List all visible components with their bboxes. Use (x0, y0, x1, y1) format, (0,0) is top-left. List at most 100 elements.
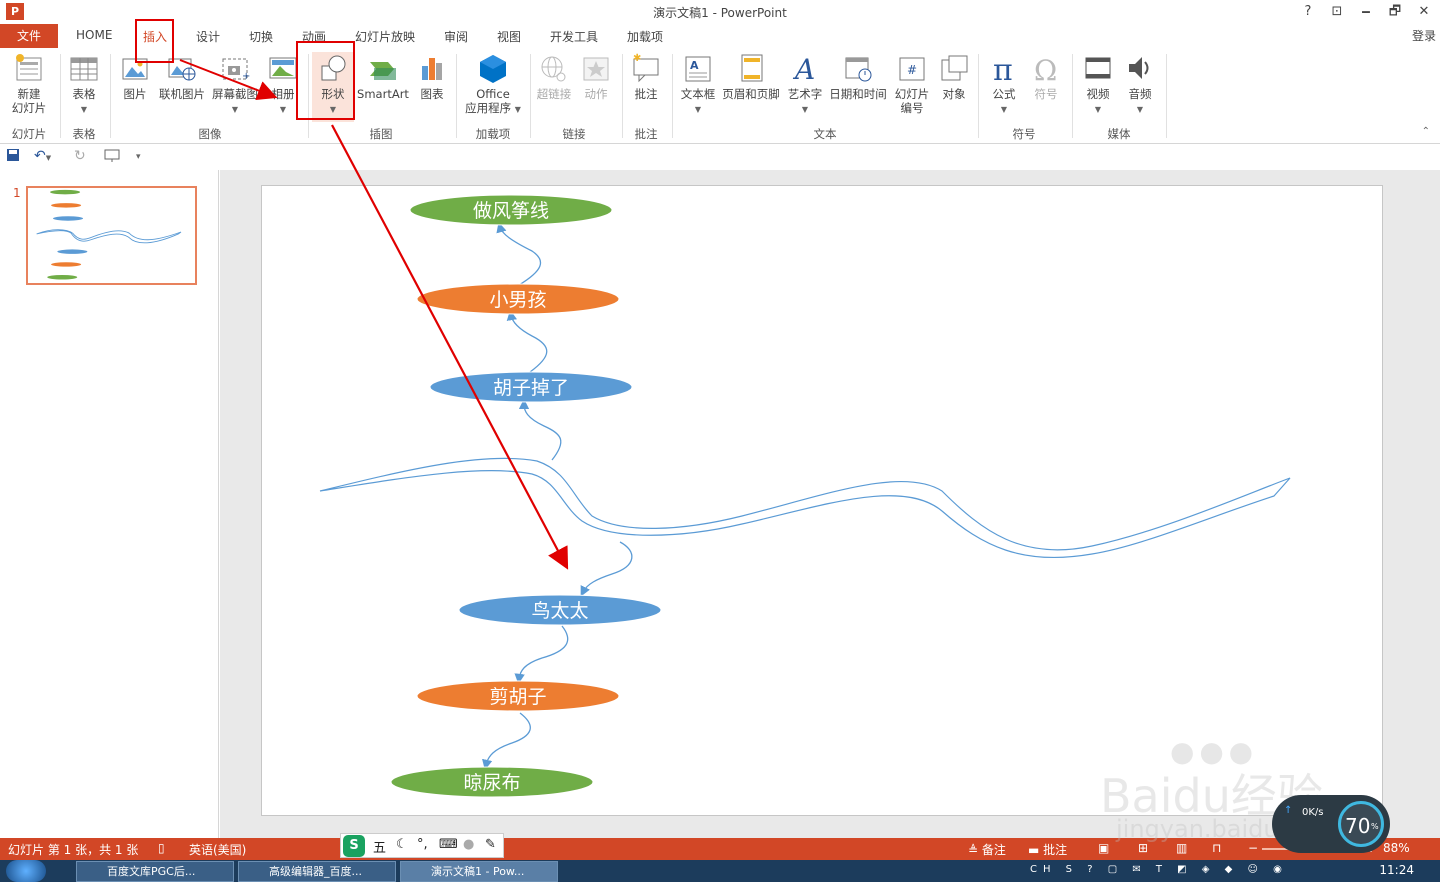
story-node[interactable]: 鸟太太 (458, 594, 662, 626)
video-button[interactable]: 视频 ▼ (1078, 52, 1118, 117)
spellcheck-icon[interactable]: ▯ (158, 841, 165, 855)
tab-developer[interactable]: 开发工具 (550, 28, 598, 45)
textbox-button[interactable]: A 文本框 ▼ (678, 52, 718, 117)
table-label: 表格 (72, 87, 96, 101)
table-icon (69, 52, 99, 84)
start-slideshow-icon[interactable] (104, 148, 120, 166)
half-width-icon[interactable]: ☾ (396, 837, 408, 852)
symbol-button[interactable]: Ω 符号 (1028, 52, 1064, 101)
tab-insert[interactable]: 插入 (143, 28, 167, 45)
picture-button[interactable]: 图片 (118, 52, 152, 101)
minimize-button[interactable]: 🗕 (1354, 2, 1378, 22)
start-button[interactable] (6, 860, 46, 882)
slide-number-icon: # (897, 52, 927, 84)
tab-slideshow[interactable]: 幻灯片放映 (355, 28, 415, 45)
story-node[interactable]: 晾尿布 (390, 766, 594, 798)
ribbon-display-options-button[interactable]: ⊡ (1325, 2, 1349, 22)
help-button[interactable]: ? (1296, 2, 1320, 22)
network-monitor-widget[interactable]: 0K/s ↑ 70% (1272, 795, 1390, 853)
taskbar-item-2[interactable]: 演示文稿1 - Pow... (400, 861, 558, 882)
shapes-button[interactable]: 形状 ▼ (312, 52, 354, 122)
smartart-button[interactable]: SmartArt (356, 52, 410, 101)
dropdown-caret-icon: ▼ (801, 105, 809, 114)
keyboard-icon[interactable]: ⌨ (439, 837, 458, 852)
action-button[interactable]: 动作 (578, 52, 614, 101)
close-button[interactable]: ✕ (1412, 2, 1436, 22)
textbox-label: 文本框 (680, 87, 716, 101)
hyperlink-button[interactable]: 超链接 (534, 52, 574, 101)
slide-drawing: 做风筝线小男孩胡子掉了鸟太太剪胡子晾尿布 (319, 194, 1291, 798)
office-apps-label-2: 应用程序 (465, 101, 512, 115)
photo-album-button[interactable]: 相册 ▼ (264, 52, 302, 117)
tab-home[interactable]: HOME (76, 28, 112, 42)
office-apps-button[interactable]: Office 应用程序 ▼ (460, 52, 526, 117)
comments-button[interactable]: ▬ 批注 (1028, 841, 1067, 858)
collapse-ribbon-icon[interactable]: ⌃ (1422, 126, 1430, 137)
story-node[interactable]: 做风筝线 (409, 194, 613, 226)
redo-icon[interactable]: ↻ (74, 148, 86, 164)
customize-qat-icon[interactable]: ▾ (136, 152, 141, 162)
svg-text:Ω: Ω (1034, 54, 1057, 84)
slide-number-button[interactable]: # 幻灯片 编号 (892, 52, 932, 115)
date-time-button[interactable]: 日期和时间 (828, 52, 888, 101)
dropdown-caret-icon: ▼ (1094, 105, 1102, 114)
clock[interactable]: 11:24 (1379, 863, 1414, 877)
tab-addins[interactable]: 加载项 (627, 28, 663, 45)
taskbar-item-1[interactable]: 高级编辑器_百度... (238, 861, 396, 882)
chart-button[interactable]: 图表 (414, 52, 450, 101)
online-picture-label: 联机图片 (159, 87, 205, 101)
group-label-tables: 表格 (72, 127, 96, 141)
new-slide-button[interactable]: 新建 幻灯片 (6, 52, 52, 115)
node-label: 鸟太太 (531, 600, 588, 622)
wordart-button[interactable]: A 艺术字 ▼ (786, 52, 824, 117)
tab-design[interactable]: 设计 (196, 28, 220, 45)
group-label-text: 文本 (813, 127, 837, 141)
header-footer-button[interactable]: 页眉和页脚 (720, 52, 782, 101)
node-label: 晾尿布 (463, 772, 520, 794)
sogou-logo-icon[interactable]: S (343, 835, 365, 857)
new-slide-icon (14, 52, 44, 84)
slide-canvas[interactable]: 做风筝线小男孩胡子掉了鸟太太剪胡子晾尿布 (261, 185, 1383, 816)
screenshot-button[interactable]: + 屏幕截图 ▼ (210, 52, 260, 117)
wordart-icon: A (790, 52, 820, 86)
language-status[interactable]: 英语(美国) (189, 841, 246, 858)
group-divider (672, 54, 673, 138)
comment-button[interactable]: ✱ 批注 (628, 52, 664, 101)
quick-access-toolbar: ↶▼ ↻ ▾ (0, 145, 1440, 169)
table-button[interactable]: 表格 ▼ (66, 52, 102, 117)
tab-view[interactable]: 视图 (497, 28, 521, 45)
equation-button[interactable]: π 公式 ▼ (984, 52, 1024, 117)
dropdown-caret-icon: ▼ (45, 154, 52, 162)
dropdown-caret-icon: ▼ (1000, 105, 1008, 114)
comments-icon: ▬ (1028, 843, 1044, 857)
pi-icon: π (989, 52, 1019, 88)
object-button[interactable]: 对象 (936, 52, 972, 101)
online-picture-button[interactable]: 联机图片 (158, 52, 206, 101)
tab-review[interactable]: 审阅 (444, 28, 468, 45)
login-link[interactable]: 登录 (1412, 27, 1436, 44)
tab-animations[interactable]: 动画 (302, 28, 326, 45)
save-icon[interactable] (6, 148, 20, 166)
punctuation-icon[interactable]: °, (417, 837, 428, 852)
notes-button[interactable]: ≜ 备注 (968, 841, 1006, 858)
group-label-images: 图像 (198, 127, 222, 141)
slide-thumbnail[interactable] (26, 186, 197, 285)
user-icon[interactable]: ● (463, 837, 474, 852)
group-divider (110, 54, 111, 138)
story-node[interactable]: 小男孩 (416, 283, 620, 315)
symbol-label: 符号 (1034, 87, 1058, 101)
tab-transitions[interactable]: 切换 (249, 28, 273, 45)
restore-button[interactable]: 🗗 (1383, 2, 1407, 22)
story-node[interactable]: 剪胡子 (416, 680, 620, 712)
ime-mode[interactable]: 五 (373, 837, 386, 856)
taskbar-item-0[interactable]: 百度文库PGC后... (76, 861, 234, 882)
dropdown-caret-icon: ▼ (329, 105, 337, 114)
tab-file[interactable]: 文件 (0, 24, 58, 48)
system-tray-icons[interactable]: CH S ? ▢ ✉ T ◩ ◈ ◆ ☺ ◉ (1030, 864, 1360, 878)
kite-string-curve (319, 457, 1291, 559)
undo-icon[interactable]: ↶▼ (34, 148, 51, 164)
story-node[interactable]: 胡子掉了 (429, 371, 633, 403)
wrench-icon[interactable]: ✎ (485, 837, 496, 852)
svg-text:#: # (907, 63, 917, 77)
audio-button[interactable]: 音频 ▼ (1120, 52, 1160, 117)
